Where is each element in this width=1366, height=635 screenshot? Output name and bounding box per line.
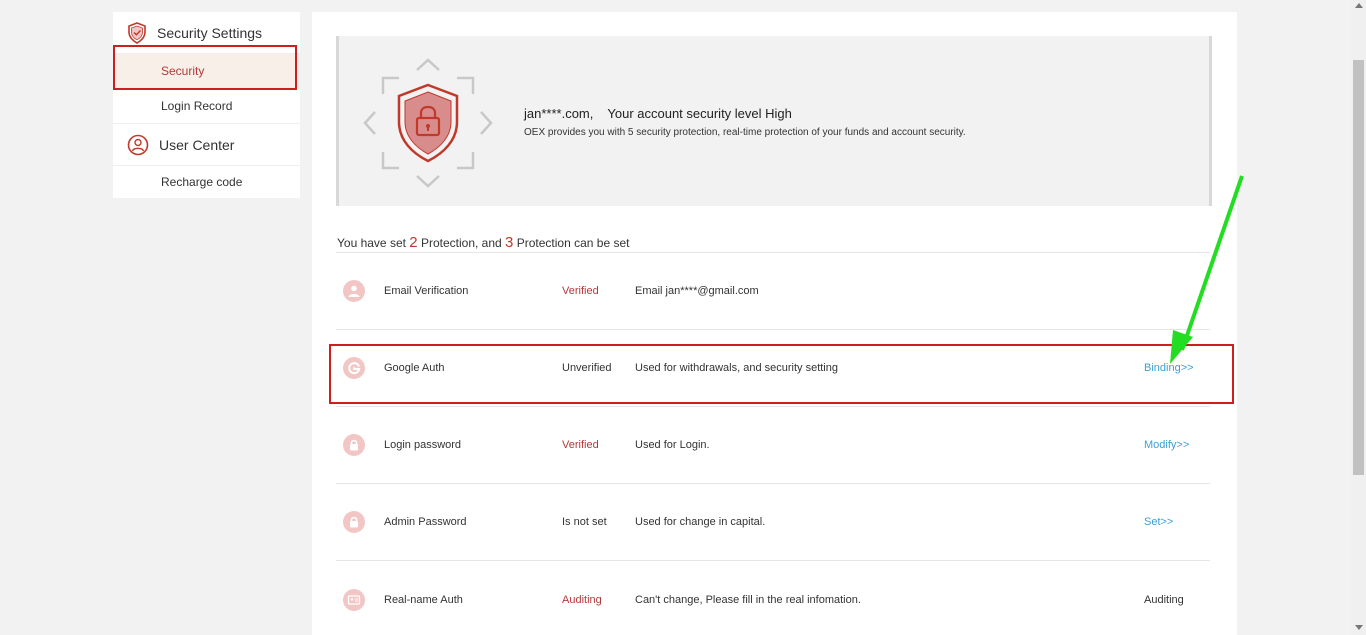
status-badge: Unverified — [562, 362, 612, 374]
shield-lock-icon — [363, 58, 493, 188]
set-link[interactable]: Set>> — [1144, 516, 1173, 528]
status-badge: Verified — [562, 439, 599, 451]
sidebar-item-recharge-code[interactable]: Recharge code — [113, 166, 300, 198]
row-description: Used for Login. — [635, 439, 710, 451]
banner-text: jan****.com, Your account security level … — [524, 106, 966, 138]
row-name: Email Verification — [384, 285, 469, 297]
main-content: jan****.com, Your account security level … — [312, 12, 1237, 635]
scroll-up-icon[interactable] — [1355, 3, 1363, 8]
sidebar-group-security-settings[interactable]: Security Settings — [113, 12, 300, 54]
remaining-count: 3 — [505, 234, 514, 251]
sidebar-group-user-center[interactable]: User Center — [113, 124, 300, 166]
page-scrollbar[interactable] — [1351, 0, 1366, 635]
user-circle-icon — [127, 134, 149, 155]
set-count: 2 — [409, 234, 418, 251]
row-description: Used for withdrawals, and security setti… — [635, 362, 838, 374]
row-name: Login password — [384, 439, 462, 451]
modify-link[interactable]: Modify>> — [1144, 439, 1189, 451]
binding-link[interactable]: Binding>> — [1144, 362, 1194, 374]
row-description: Can't change, Please fill in the real in… — [635, 593, 861, 606]
sidebar-group-label: User Center — [159, 136, 235, 153]
google-icon — [343, 357, 365, 379]
account-name: jan****.com, — [524, 106, 594, 121]
row-name: Real-name Auth — [384, 593, 463, 606]
shield-icon — [128, 21, 146, 44]
auditing-status-text: Auditing — [1144, 593, 1184, 606]
row-description: Used for change in capital. — [635, 516, 766, 528]
security-banner: jan****.com, Your account security level … — [336, 36, 1212, 206]
security-row-real-name-auth: Real-name Auth Auditing Can't change, Pl… — [336, 561, 1210, 635]
security-level-text: Your account security level High — [607, 106, 792, 121]
user-icon — [343, 280, 365, 302]
sidebar-item-security[interactable]: Security — [113, 54, 300, 89]
security-list: Email Verification Verified Email jan***… — [336, 252, 1210, 635]
status-badge: Verified — [562, 285, 599, 297]
sidebar-item-login-record[interactable]: Login Record — [113, 89, 300, 124]
lock-icon — [343, 434, 365, 456]
banner-description: OEX provides you with 5 security protect… — [524, 127, 966, 138]
lock-icon — [343, 511, 365, 533]
row-name: Google Auth — [384, 362, 445, 374]
security-row-admin-password: Admin Password Is not set Used for chang… — [336, 484, 1210, 561]
security-row-email: Email Verification Verified Email jan***… — [336, 253, 1210, 330]
scroll-thumb[interactable] — [1353, 60, 1364, 475]
protection-summary: You have set 2 Protection, and 3 Protect… — [337, 234, 630, 251]
security-row-login-password: Login password Verified Used for Login. … — [336, 407, 1210, 484]
sidebar-group-label: Security Settings — [157, 24, 263, 41]
sidebar: Security Settings Security Login Record … — [113, 12, 300, 198]
row-description: Email jan****@gmail.com — [635, 285, 759, 297]
scroll-down-icon[interactable] — [1355, 625, 1363, 630]
id-card-icon — [343, 588, 365, 611]
security-row-google-auth: Google Auth Unverified Used for withdraw… — [336, 330, 1210, 407]
status-badge: Is not set — [562, 516, 607, 528]
status-badge: Auditing — [562, 593, 602, 606]
row-name: Admin Password — [384, 516, 467, 528]
